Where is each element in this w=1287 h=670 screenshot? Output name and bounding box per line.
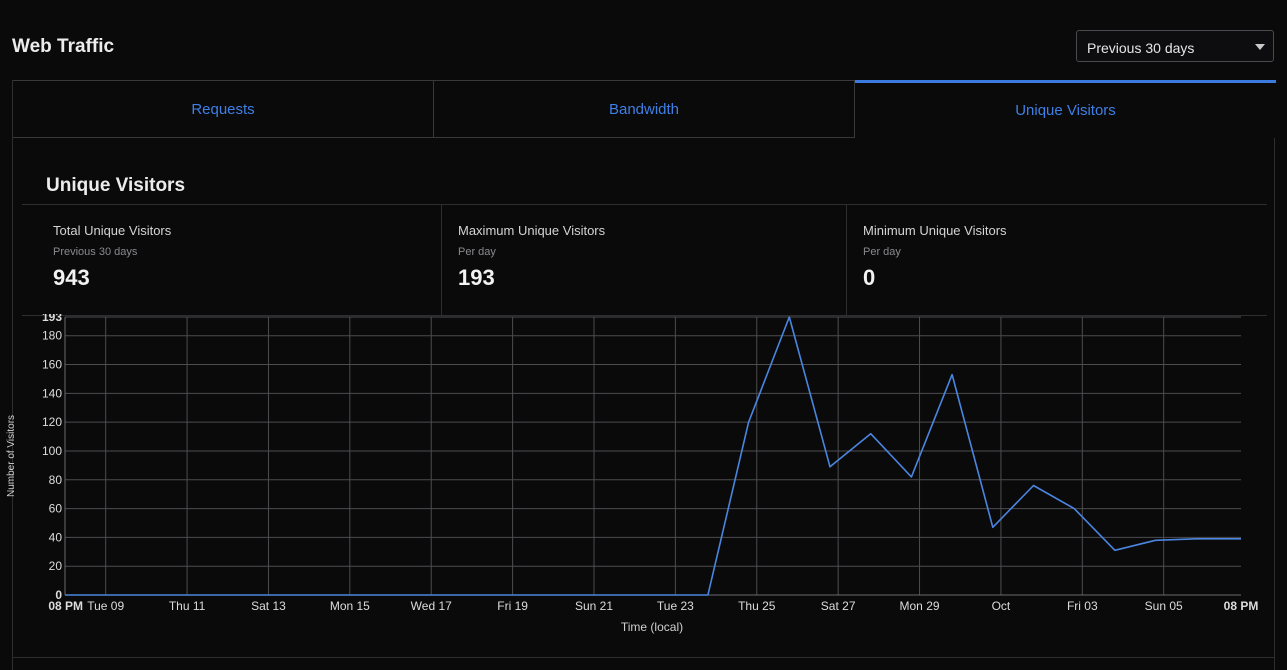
stat-label: Minimum Unique Visitors <box>863 223 1007 238</box>
stat-value: 0 <box>863 265 876 290</box>
y-tick-label: 20 <box>49 559 63 573</box>
x-tick-label: Sun 21 <box>575 599 613 613</box>
chart-series <box>64 316 1242 596</box>
stat-min-visitors: Minimum Unique Visitors Per day 0 <box>847 205 1267 315</box>
x-axis-label: Time (local) <box>621 620 683 634</box>
x-tick-label: Sun 05 <box>1145 599 1183 613</box>
chart-grid <box>64 316 1241 596</box>
y-tick-label: 60 <box>49 502 63 516</box>
stat-sublabel: Per day <box>458 246 496 258</box>
stat-value: 193 <box>458 265 495 290</box>
y-tick-label: 140 <box>42 386 62 400</box>
page-title: Web Traffic <box>12 36 115 57</box>
x-tick-label: Oct <box>992 599 1011 613</box>
panel-divider <box>12 657 1275 658</box>
stat-sublabel: Per day <box>863 246 901 258</box>
stat-max-visitors: Maximum Unique Visitors Per day 193 <box>442 205 847 315</box>
y-tick-label: 180 <box>42 329 62 343</box>
y-axis-ticks: 020406080100120140160180193 <box>42 314 62 602</box>
x-tick-label: Thu 11 <box>169 599 206 613</box>
y-tick-label: 80 <box>49 473 63 487</box>
x-tick-label: Thu 25 <box>738 599 776 613</box>
tab-requests[interactable]: Requests <box>13 80 434 138</box>
tab-bandwidth[interactable]: Bandwidth <box>434 80 855 138</box>
x-tick-label: Wed 17 <box>411 599 452 613</box>
visitors-line-chart: 020406080100120140160180193 08 PM Tue 09 T… <box>6 314 1258 634</box>
y-axis-label: Number of Visitors <box>6 415 17 497</box>
y-tick-label: 160 <box>42 358 62 372</box>
stat-value: 943 <box>53 265 90 290</box>
x-tick-label: 08 PM <box>1224 599 1259 613</box>
x-tick-label: 08 PM <box>48 599 83 613</box>
x-tick-label: Sat 27 <box>821 599 856 613</box>
series-line <box>65 316 1241 596</box>
stat-total-visitors: Total Unique Visitors Previous 30 days 9… <box>22 205 442 315</box>
y-tick-label: 100 <box>42 444 62 458</box>
stats-row: Total Unique Visitors Previous 30 days 9… <box>22 204 1267 316</box>
x-tick-label: Tue 23 <box>657 599 694 613</box>
y-tick-label: 40 <box>49 530 63 544</box>
section-title: Unique Visitors <box>46 175 186 196</box>
stat-label: Total Unique Visitors <box>53 223 172 238</box>
x-tick-label: Mon 29 <box>900 599 940 613</box>
tab-unique-visitors[interactable]: Unique Visitors <box>855 80 1276 138</box>
date-range-value: Previous 30 days <box>1087 40 1195 56</box>
y-tick-label: 120 <box>42 415 62 429</box>
tab-bar: Requests Bandwidth Unique Visitors <box>13 80 1276 139</box>
chevron-down-icon <box>1255 44 1265 50</box>
date-range-select[interactable]: Previous 30 days <box>1076 30 1274 62</box>
x-tick-label: Fri 03 <box>1067 599 1098 613</box>
x-tick-label: Mon 15 <box>330 599 370 613</box>
x-axis-ticks: 08 PM Tue 09 Thu 11 Sat 13 Mon 15 Wed 17 Fri 1… <box>48 599 1258 613</box>
x-tick-label: Fri 19 <box>497 599 528 613</box>
stat-label: Maximum Unique Visitors <box>458 223 606 238</box>
y-tick-label: 193 <box>42 314 62 324</box>
x-tick-label: Tue 09 <box>87 599 124 613</box>
x-tick-label: Sat 13 <box>251 599 286 613</box>
stat-sublabel: Previous 30 days <box>53 246 138 258</box>
